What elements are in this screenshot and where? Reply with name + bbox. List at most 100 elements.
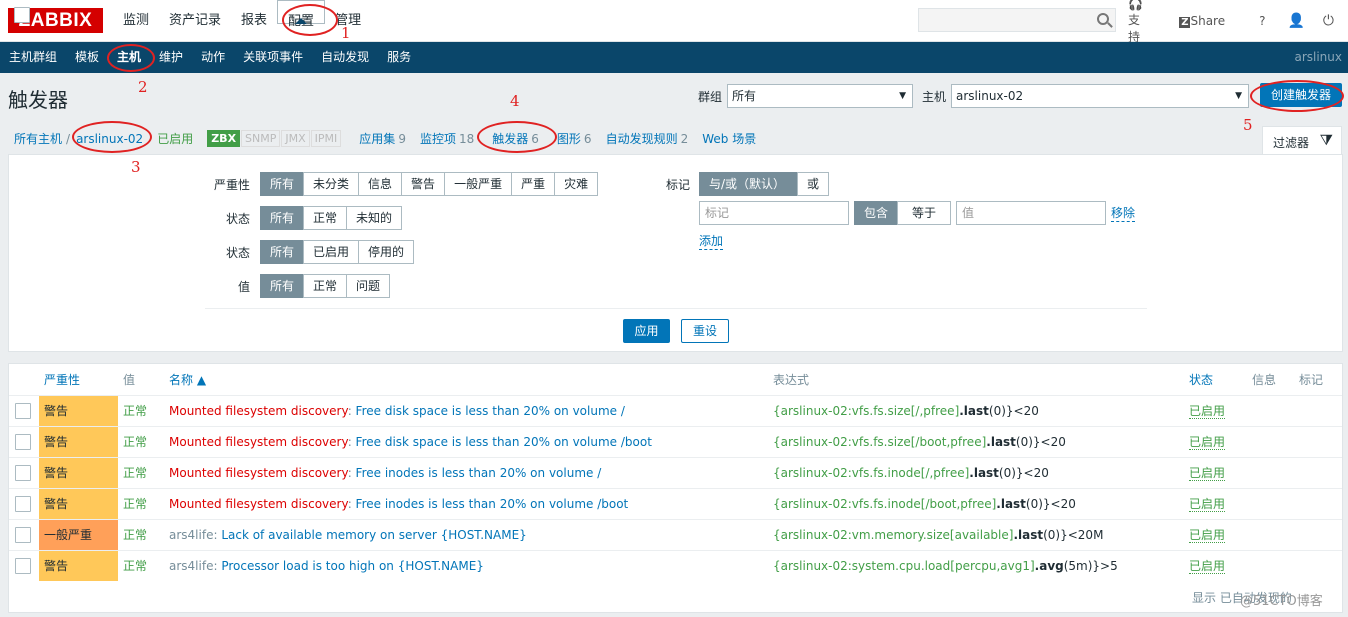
value-ok[interactable]: 正常: [303, 274, 348, 298]
search-icon[interactable]: [1097, 13, 1109, 25]
annotation-circle-5: [1250, 80, 1344, 112]
filter-tab[interactable]: 过滤器 ⧩: [1262, 126, 1342, 154]
apply-button[interactable]: 应用: [623, 319, 670, 343]
discovery-rule-link[interactable]: Mounted filesystem discovery: [169, 497, 348, 511]
trigger-name-link[interactable]: Lack of available memory on server {HOST…: [221, 528, 526, 542]
expression-item-link[interactable]: {arslinux-02:vfs.fs.inode[/boot,pfree]: [773, 497, 996, 511]
trigger-name-link[interactable]: Processor load is too high on {HOST.NAME…: [221, 559, 484, 573]
tag-name-input[interactable]: 标记: [699, 201, 849, 225]
tag-mode-andor[interactable]: 与/或（默认）: [699, 172, 798, 196]
annotation-number-1: 1: [341, 24, 351, 42]
items-link[interactable]: 监控项 18: [420, 130, 474, 147]
chevron-down-icon: ▼: [1235, 91, 1243, 101]
power-icon[interactable]: ⏻: [1323, 13, 1334, 29]
row-checkbox[interactable]: [15, 558, 31, 574]
status-all[interactable]: 所有: [260, 240, 305, 264]
share-link[interactable]: Z Share: [1179, 14, 1239, 28]
submenu-discovery[interactable]: 自动发现: [312, 42, 378, 73]
group-filter: 群组 所有 ▼: [698, 84, 914, 108]
severity-information[interactable]: 信息: [358, 172, 403, 196]
all-hosts-link[interactable]: 所有主机: [14, 130, 62, 147]
tag-mode-or[interactable]: 或: [797, 172, 830, 196]
value-problem[interactable]: 问题: [346, 274, 391, 298]
status-toggle[interactable]: 已启用: [1189, 497, 1226, 512]
status-toggle[interactable]: 已启用: [1189, 559, 1226, 574]
name-separator: :: [347, 497, 356, 511]
col-severity[interactable]: 严重性: [44, 371, 80, 388]
expression-item-link[interactable]: {arslinux-02:system.cpu.load[percpu,avg1…: [773, 559, 1035, 573]
severity-average[interactable]: 一般严重: [444, 172, 513, 196]
tag-value-input[interactable]: 值: [956, 201, 1107, 225]
status-disabled[interactable]: 停用的: [358, 240, 415, 264]
severity-high[interactable]: 严重: [511, 172, 556, 196]
menu-reports[interactable]: 报表: [231, 0, 277, 42]
host-select[interactable]: arslinux-02 ▼: [951, 84, 1250, 108]
severity-warning[interactable]: 警告: [401, 172, 446, 196]
graphs-link[interactable]: 图形 6: [557, 130, 592, 147]
discovery-rule-link[interactable]: Mounted filesystem discovery: [169, 404, 348, 418]
submenu-correlation[interactable]: 关联项事件: [234, 42, 312, 73]
trigger-name-link[interactable]: Free disk space is less than 20% on volu…: [356, 435, 652, 449]
submenu-hostgroups[interactable]: 主机群组: [0, 42, 66, 73]
col-status[interactable]: 状态: [1189, 371, 1213, 388]
status-toggle[interactable]: 已启用: [1189, 528, 1226, 543]
row-checkbox[interactable]: [15, 403, 31, 419]
search-input[interactable]: [918, 8, 1116, 32]
reset-button[interactable]: 重设: [681, 319, 729, 343]
submenu-actions[interactable]: 动作: [192, 42, 234, 73]
support-link[interactable]: 🎧 支持: [1128, 0, 1165, 45]
status-toggle[interactable]: 已启用: [1189, 435, 1226, 450]
menu-monitoring[interactable]: 监测: [113, 0, 159, 42]
help-link[interactable]: ?: [1259, 14, 1265, 28]
row-checkbox[interactable]: [15, 434, 31, 450]
trigger-name-link[interactable]: Free inodes is less than 20% on volume /…: [356, 497, 629, 511]
add-tag-link[interactable]: 添加: [699, 232, 724, 250]
expression-item-link[interactable]: {arslinux-02:vfs.fs.size[/,pfree]: [773, 404, 959, 418]
row-checkbox[interactable]: [15, 465, 31, 481]
state-normal[interactable]: 正常: [303, 206, 348, 230]
table-row: 警告 正常 Mounted filesystem discovery: Free…: [9, 395, 1342, 426]
value-all[interactable]: 所有: [260, 274, 305, 298]
table-row: 警告 正常 Mounted filesystem discovery: Free…: [9, 488, 1342, 519]
applications-link[interactable]: 应用集 9: [359, 130, 406, 147]
status-enabled[interactable]: 已启用: [303, 240, 360, 264]
discovery-rules-link[interactable]: 自动发现规则 2: [606, 130, 689, 147]
discovery-rule-link[interactable]: Mounted filesystem discovery: [169, 435, 348, 449]
row-checkbox[interactable]: [15, 496, 31, 512]
tag-op-contains[interactable]: 包含: [854, 201, 899, 225]
severity-disaster[interactable]: 灾难: [554, 172, 599, 196]
host-status[interactable]: 已启用: [157, 130, 193, 147]
tag-op-equals[interactable]: 等于: [897, 201, 952, 225]
expression-item-link[interactable]: {arslinux-02:vm.memory.size[available]: [773, 528, 1013, 542]
template-link[interactable]: ars4life: [169, 528, 213, 542]
expression-item-link[interactable]: {arslinux-02:vfs.fs.size[/boot,pfree]: [773, 435, 986, 449]
status-toggle[interactable]: 已启用: [1189, 404, 1226, 419]
discovery-rule-link[interactable]: Mounted filesystem discovery: [169, 466, 348, 480]
menu-inventory[interactable]: 资产记录: [159, 0, 231, 42]
row-checkbox[interactable]: [15, 527, 31, 543]
status-toggle[interactable]: 已启用: [1189, 466, 1226, 481]
col-name[interactable]: 名称 ▲: [169, 371, 206, 388]
remove-tag-link[interactable]: 移除: [1111, 204, 1136, 222]
submenu-maintenance[interactable]: 维护: [150, 42, 192, 73]
select-all-checkbox[interactable]: [14, 7, 30, 23]
submenu-services[interactable]: 服务: [378, 42, 420, 73]
state-all[interactable]: 所有: [260, 206, 305, 230]
severity-not-classified[interactable]: 未分类: [303, 172, 360, 196]
filter-tab-label: 过滤器: [1273, 136, 1310, 150]
trigger-name-link[interactable]: Free disk space is less than 20% on volu…: [356, 404, 625, 418]
severity-label: 严重性: [213, 178, 250, 192]
user-icon[interactable]: 👤: [1287, 13, 1304, 29]
state-unknown[interactable]: 未知的: [346, 206, 403, 230]
status-cell: 已启用: [1189, 458, 1226, 488]
web-scenarios-link[interactable]: Web 场景: [702, 130, 756, 147]
severity-all[interactable]: 所有: [260, 172, 305, 196]
template-link[interactable]: ars4life: [169, 559, 213, 573]
expression-item-link[interactable]: {arslinux-02:vfs.fs.inode[/,pfree]: [773, 466, 969, 480]
submenu-templates[interactable]: 模板: [66, 42, 108, 73]
group-select[interactable]: 所有 ▼: [727, 84, 914, 108]
expression-cell: {arslinux-02:vm.memory.size[available].l…: [773, 520, 1103, 550]
status-cell: 已启用: [1189, 489, 1226, 519]
tags-label: 标记: [665, 178, 690, 192]
trigger-name-link[interactable]: Free inodes is less than 20% on volume /: [356, 466, 602, 480]
